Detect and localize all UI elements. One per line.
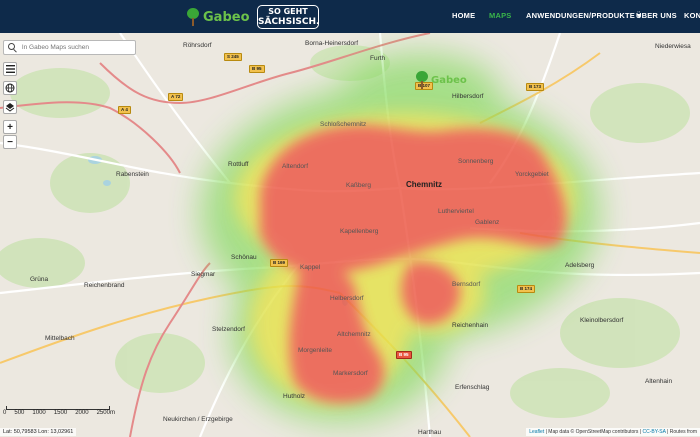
place-label: Erfenschlag: [455, 384, 490, 391]
place-label: Stelzendorf: [212, 326, 245, 333]
search-icon[interactable]: [7, 42, 19, 54]
place-label: Furth: [370, 55, 386, 62]
zoom-in-button[interactable]: +: [3, 120, 17, 134]
place-label: Schönau: [231, 254, 257, 261]
tree-icon: [415, 71, 429, 89]
place-label: Kappel: [300, 264, 321, 271]
map-search-box[interactable]: [3, 40, 136, 55]
place-label: Rottluff: [228, 161, 249, 168]
place-label: Siegmar: [191, 271, 216, 278]
place-label: Bernsdorf: [452, 281, 481, 288]
sachsen-line1: SO GEHT: [268, 7, 308, 16]
nav-anwendungen[interactable]: ANWENDUNGEN/PRODUKTE ▾: [526, 11, 641, 20]
top-navbar: Gabeo SO GEHT SÄCHSISCH. HOME MAPS ANWEN…: [0, 0, 700, 33]
place-label: Schloßchemnitz: [320, 121, 367, 128]
nav-ueber-uns[interactable]: ÜBER UNS: [636, 11, 677, 20]
place-label: Röhrsdorf: [183, 42, 212, 49]
place-label: Neukirchen / Erzgebirge: [163, 416, 233, 423]
city-label-chemnitz: Chemnitz: [406, 180, 442, 189]
leaflet-link[interactable]: Leaflet: [529, 429, 544, 435]
layers-icon: [5, 103, 15, 112]
place-label: Hutholz: [283, 393, 306, 400]
place-label: Reichenbrand: [84, 282, 125, 289]
so-geht-saechsisch-logo[interactable]: SO GEHT SÄCHSISCH.: [257, 5, 319, 29]
map-gabeo-logo: Gabeo: [415, 71, 467, 89]
globe-icon: [5, 83, 15, 93]
place-label: Kaßberg: [346, 182, 371, 189]
search-input[interactable]: [21, 44, 135, 51]
road-shield: B 173: [526, 83, 545, 91]
scale-label: 0: [3, 410, 7, 416]
scale-bar: 0 500 1000 1500 2000 2500m: [3, 406, 115, 418]
road-shield: B 169: [270, 259, 289, 267]
place-label: Harthau: [418, 429, 442, 436]
place-label: Altendorf: [282, 163, 309, 170]
road-shield: B 95: [249, 65, 265, 73]
place-label: Mittelbach: [45, 335, 75, 342]
place-label: Helbersdorf: [330, 295, 364, 302]
zoom-out-button[interactable]: −: [3, 135, 17, 149]
place-label: Lutherviertel: [438, 208, 474, 215]
scale-label: 2500m: [96, 410, 115, 416]
road-shield: A 72: [168, 93, 184, 101]
place-label: Niederwiesa: [655, 43, 691, 50]
map-logo-text: Gabeo: [431, 74, 467, 86]
place-label: Markersdorf: [333, 370, 368, 377]
place-label: Morgenleite: [298, 347, 332, 354]
place-label: Altenhain: [645, 378, 673, 385]
menu-lines-icon: [5, 65, 15, 73]
place-label: Grüna: [30, 276, 49, 283]
place-label: Adelsberg: [565, 262, 595, 269]
place-label: Altchemnitz: [337, 331, 371, 338]
scale-label: 1000: [32, 410, 46, 416]
tree-icon: [186, 8, 200, 26]
place-label: Hilbersdorf: [452, 93, 484, 100]
place-label: Kleinolbersdorf: [580, 317, 624, 324]
heatmap-layer: [200, 53, 600, 423]
scale-label: 500: [14, 410, 25, 416]
place-label: Gablenz: [475, 219, 500, 226]
attribution-text: | Map data © OpenStreetMap contributors …: [544, 429, 643, 435]
scale-labels: 0 500 1000 1500 2000 2500m: [3, 410, 115, 416]
road-shield: B 95: [396, 351, 412, 359]
nav-kontakt[interactable]: KON: [684, 11, 700, 20]
attribution-rest: | Routes from: [665, 429, 697, 435]
road-shield: A 4: [118, 106, 131, 114]
nav-home[interactable]: HOME: [452, 11, 475, 20]
sachsen-line2: SÄCHSISCH.: [258, 17, 320, 27]
map-canvas[interactable]: Röhrsdorf Borna-Heinersdorf Furth Nieder…: [0, 33, 700, 437]
road-shield: B 174: [517, 285, 536, 293]
license-link[interactable]: CC-BY-SA: [643, 429, 666, 435]
scale-label: 1500: [53, 410, 68, 416]
place-label: Rabenstein: [116, 171, 149, 178]
road-shield: S 245: [224, 53, 242, 61]
layers-menu-button[interactable]: [3, 62, 17, 76]
place-label: Sonnenberg: [458, 158, 494, 165]
layers-button[interactable]: [3, 100, 17, 114]
place-label: Reichenhain: [452, 322, 489, 329]
coordinate-readout: Lat: 50,79583 Lon: 13,02961: [0, 428, 77, 436]
place-label: Kapellenberg: [340, 228, 379, 235]
gabeo-logo[interactable]: Gabeo: [186, 6, 250, 28]
place-label: Yorckgebiet: [515, 171, 549, 178]
scale-label: 2000: [75, 410, 89, 416]
logo-text: Gabeo: [203, 9, 250, 25]
nav-maps[interactable]: MAPS: [489, 11, 511, 20]
place-label: Borna-Heinersdorf: [305, 40, 359, 47]
map-attribution: Leaflet | Map data © OpenStreetMap contr…: [526, 428, 700, 436]
globe-button[interactable]: [3, 81, 17, 95]
